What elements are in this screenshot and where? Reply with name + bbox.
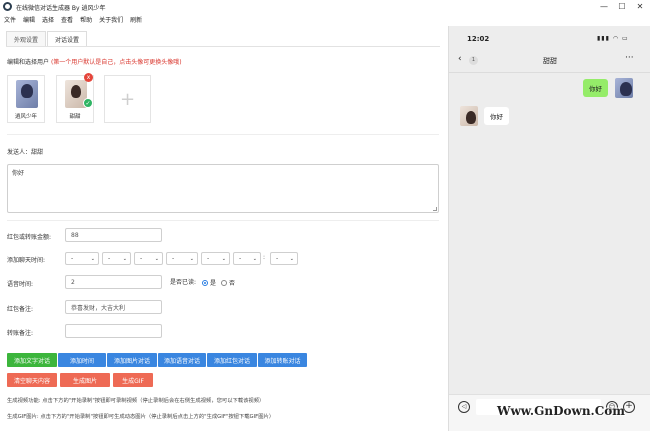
amount-label: 红包或转账金额: <box>7 234 52 241</box>
settings-panel: 外观设置 对话设置 编辑和选择用户 (第一个用户默认是自己，点击头像可更换头像哦… <box>0 26 447 431</box>
avatar[interactable] <box>16 80 38 108</box>
selected-check-icon: ✓ <box>83 98 93 108</box>
phone-preview: 12:02 ▮▮▮ ◠ ▭ ‹ 1 甜甜 ··· 你好 你好 ◁ ☺ + <box>448 26 650 431</box>
maximize-button[interactable]: ☐ <box>612 0 632 13</box>
user-name: 逍风少年 <box>14 114 37 120</box>
more-icon[interactable]: ··· <box>625 53 634 63</box>
user-card-self[interactable]: 逍风少年 <box>7 75 45 123</box>
clear-chat-button[interactable]: 清空聊天内容 <box>7 373 57 387</box>
message-text: 你好 <box>12 170 25 177</box>
time-select-3[interactable]: - ⌄ <box>134 252 163 265</box>
add-user-button[interactable]: + <box>104 75 151 123</box>
tab-appearance[interactable]: 外观设置 <box>6 31 47 46</box>
divider <box>7 220 439 221</box>
radio-checked-icon <box>202 279 208 286</box>
transfer-note-label: 转账备注: <box>7 330 34 337</box>
delete-user-icon[interactable]: x <box>84 73 93 82</box>
chat-title: 甜甜 <box>543 57 557 65</box>
transfer-note-input[interactable] <box>65 324 162 338</box>
user-name: 甜甜 <box>69 114 81 120</box>
status-time: 12:02 <box>467 35 490 43</box>
tab-dialog[interactable]: 对话设置 <box>47 31 88 46</box>
app-icon <box>3 2 12 11</box>
amount-input[interactable]: 88 <box>65 228 162 242</box>
add-red-packet-button[interactable]: 添加红包对话 <box>207 353 257 367</box>
menu-file[interactable]: 文件 <box>4 15 16 24</box>
add-voice-button[interactable]: 添加语音对话 <box>158 353 206 367</box>
chat-time-label: 添加聊天时间: <box>7 257 46 264</box>
gif-note: 生成GIF图片: 点击下方的"开始录制"按钮即可生成动态图片（停止录制后点击上方… <box>7 414 275 420</box>
minimize-button[interactable]: — <box>594 0 614 13</box>
users-hint: (第一个用户默认是自己，点击头像可更换头像哦) <box>50 59 182 66</box>
chat-nav-bar: ‹ 1 甜甜 ··· <box>449 52 650 68</box>
menu-select[interactable]: 选择 <box>42 15 54 24</box>
message-bubble-self[interactable]: 你好 <box>583 79 608 97</box>
generate-gif-button[interactable]: 生成GIF <box>113 373 153 387</box>
time-select-7[interactable]: - ⌄ <box>270 252 298 265</box>
menu-refresh[interactable]: 刷新 <box>130 15 142 24</box>
close-button[interactable]: ✕ <box>630 0 650 13</box>
time-select-6[interactable]: - ⌄ <box>233 252 261 265</box>
time-select-4[interactable]: - ⌄ <box>166 252 198 265</box>
users-section-title: 编辑和选择用户 (第一个用户默认是自己，点击头像可更换头像哦) <box>7 57 182 66</box>
time-select-5[interactable]: - ⌄ <box>201 252 230 265</box>
time-select-2[interactable]: - ⌄ <box>102 252 131 265</box>
voice-time-label: 语音时间: <box>7 281 34 288</box>
read-no-radio[interactable]: 否 <box>221 278 235 287</box>
menu-bar: 文件 编辑 选择 查看 帮助 关于我们 刷新 <box>0 13 142 25</box>
sender-label: 发送人：甜甜 <box>7 149 44 156</box>
voice-icon[interactable]: ◁ <box>458 401 470 413</box>
add-time-button[interactable]: 添加时间 <box>58 353 106 367</box>
time-select-1[interactable]: - ⌄ <box>65 252 99 265</box>
red-packet-note-label: 红包备注: <box>7 306 34 313</box>
menu-edit[interactable]: 编辑 <box>23 15 35 24</box>
message-textarea[interactable]: 你好 <box>7 164 439 213</box>
add-transfer-button[interactable]: 添加转账对话 <box>258 353 307 367</box>
window-title: 在线微信对话生成器 By 逍风少年 <box>16 5 106 12</box>
voice-time-input[interactable]: 2 <box>65 275 162 289</box>
message-bubble-other[interactable]: 你好 <box>484 107 509 125</box>
video-note: 生成视频功能: 点击下方的"开始录制"按钮即可录制视频（停止录制后会在右侧生成视… <box>7 398 265 404</box>
tab-bar: 外观设置 对话设置 <box>6 31 88 46</box>
title-bar: 在线微信对话生成器 By 逍风少年 — ☐ ✕ <box>0 0 650 13</box>
resize-grip-icon[interactable] <box>433 207 437 211</box>
time-colon: : <box>263 254 266 261</box>
tab-divider <box>6 46 440 47</box>
read-label: 是否已读: <box>170 279 197 286</box>
avatar[interactable] <box>615 78 633 98</box>
divider <box>7 134 439 135</box>
avatar[interactable] <box>460 106 478 126</box>
watermark: Www.GnDown.Com <box>497 404 625 418</box>
menu-view[interactable]: 查看 <box>61 15 73 24</box>
generate-image-button[interactable]: 生成图片 <box>60 373 110 387</box>
user-card-selected[interactable]: x ✓ 甜甜 <box>56 73 94 123</box>
signal-wifi-battery-icon: ▮▮▮ ◠ ▭ <box>597 35 629 42</box>
menu-about[interactable]: 关于我们 <box>99 15 123 24</box>
nav-divider <box>449 72 650 73</box>
radio-unchecked-icon <box>221 279 227 286</box>
add-image-button[interactable]: 添加图片对话 <box>107 353 157 367</box>
red-packet-note-input[interactable]: 恭喜发财，大吉大利 <box>65 300 162 314</box>
menu-help[interactable]: 帮助 <box>80 15 92 24</box>
read-yes-radio[interactable]: 是 <box>202 278 216 287</box>
users-title: 编辑和选择用户 <box>7 59 50 66</box>
add-text-button[interactable]: 添加文字对话 <box>7 353 57 367</box>
